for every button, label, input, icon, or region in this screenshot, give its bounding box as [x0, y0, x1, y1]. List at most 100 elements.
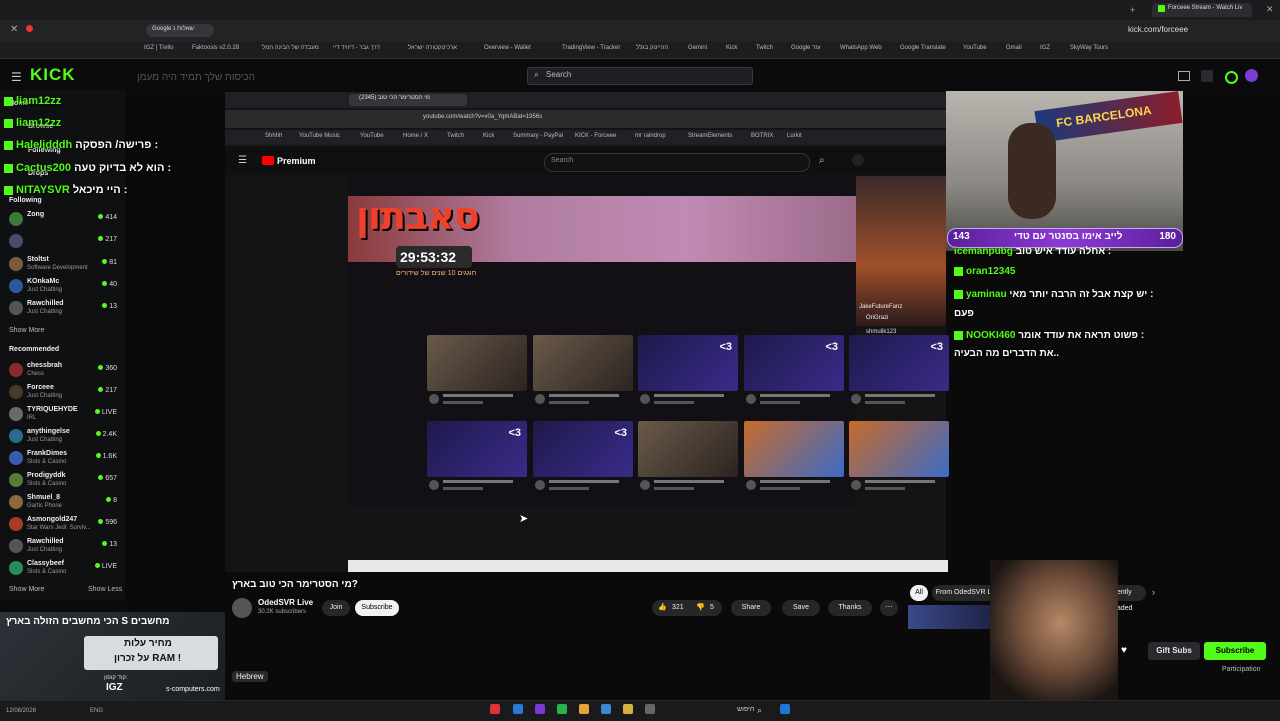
dislike-icon: 👎: [696, 604, 705, 611]
sidebar-item-recommended[interactable]: Prodigyddk Slots & Casino 657: [9, 472, 121, 492]
channel-name: Prodigyddk: [27, 472, 66, 479]
cursor-icon: ➤: [519, 513, 529, 525]
layout-icon[interactable]: [1201, 70, 1213, 82]
channel-name: KOnkaMc: [27, 278, 60, 285]
bookmark[interactable]: Overview - Wallet: [484, 45, 531, 51]
sidebar-item-following[interactable]: 217: [9, 233, 121, 253]
bookmark[interactable]: SkyWay Tours: [1070, 45, 1108, 51]
app-icon[interactable]: [557, 704, 567, 714]
bookmark[interactable]: IGZ: [1040, 45, 1050, 51]
browser-tab-active[interactable]: Forceee Stream - Watch Liv: [1152, 3, 1252, 17]
overlay-chat-line: פעם: [954, 308, 974, 319]
bookmark[interactable]: Gmail: [1006, 45, 1022, 51]
sidebar-item-recommended[interactable]: Shmuel_8 Gartic Phone 8: [9, 494, 121, 514]
sidebar-item-following[interactable]: KOnkaMc Just Chatting 40: [9, 278, 121, 298]
menu-icon[interactable]: ☰: [11, 70, 22, 84]
channel-name: anythingelse: [27, 428, 70, 435]
show-less-link[interactable]: Show Less: [88, 586, 122, 593]
channel-name: Zong: [27, 211, 45, 218]
sidebar-item-following[interactable]: Zong 414: [9, 211, 121, 231]
bookmark[interactable]: TradingView - Tracker: [562, 45, 620, 51]
bookmark: mr raindrop: [635, 133, 666, 139]
sidebar-item-recommended[interactable]: TYRIQUEHYDE IRL LIVE: [9, 406, 121, 426]
app-icon[interactable]: [513, 704, 523, 714]
channel-category: Just Chatting: [27, 547, 63, 553]
avatar: [9, 212, 23, 226]
record-icon[interactable]: [26, 25, 33, 32]
windows-start-icon[interactable]: [780, 704, 790, 714]
ad-price-line1: מחיר עלות: [124, 638, 172, 649]
close-window-icon[interactable]: ✕: [1266, 4, 1274, 15]
status-icon[interactable]: [1225, 71, 1238, 84]
timer-subtitle: חוגגים 10 שנים של שידורים: [396, 270, 477, 277]
overlay-chat-line: liam12zz: [4, 117, 61, 129]
video-meta: [638, 392, 738, 408]
tab-title: Forceee Stream - Watch Liv: [1168, 5, 1243, 11]
gift-subs-button[interactable]: Gift Subs: [1148, 642, 1200, 660]
bookmark: Kick: [483, 133, 495, 139]
show-more-link[interactable]: Show More: [9, 327, 44, 334]
video-meta: [849, 392, 949, 408]
sidebar-item-following[interactable]: Stoltst Software Development 81: [9, 256, 121, 276]
video-thumbnail: <3: [638, 335, 738, 391]
bookmark[interactable]: ההייטק בגלל: [636, 45, 668, 51]
bookmark[interactable]: Kick: [726, 45, 737, 51]
viewer-count: 217: [98, 387, 117, 394]
avatar[interactable]: [1245, 69, 1258, 82]
bookmark[interactable]: Twitch: [756, 45, 773, 51]
heart-icon[interactable]: ♥: [1121, 645, 1127, 656]
app-icon[interactable]: [535, 704, 545, 714]
close-icon[interactable]: ✕: [10, 24, 18, 35]
bookmark[interactable]: Google Translate: [900, 45, 946, 51]
show-more-link[interactable]: Show More: [9, 586, 44, 593]
sidebar-item-recommended[interactable]: chessbrah Chess 360: [9, 362, 121, 382]
video-thumbnail: [427, 335, 527, 391]
taskbar-search[interactable]: חיפוש: [737, 706, 754, 713]
bookmark[interactable]: YouTube: [963, 45, 987, 51]
captured-tab: מי הסטרימר הכי טוב (2345): [349, 94, 467, 106]
sidebar-item-recommended[interactable]: anythingelse Just Chatting 2.4K: [9, 428, 121, 448]
channel-category: Chess: [27, 371, 45, 377]
overlay-chat-line: Cactus200 הוא לא בדיוק טעה :: [4, 162, 171, 174]
captured-bookmarks: Shhhh YouTube Music YouTube Home / X Twi…: [225, 130, 946, 145]
inner-tab-pill[interactable]: Google שאלות נ: [146, 24, 214, 37]
sidebar-item-following[interactable]: Rawchilled Just Chatting 13: [9, 300, 121, 320]
chrome-icon[interactable]: [579, 704, 589, 714]
search-icon: ⌕: [819, 155, 825, 166]
browser-tab-bar: Forceee Stream - Watch Liv + ✕: [0, 0, 1280, 20]
subscribe-button[interactable]: Subscribe: [1204, 642, 1266, 660]
bookmark[interactable]: Gemini: [688, 45, 707, 51]
kick-logo[interactable]: KICK: [30, 65, 76, 85]
guest-webcam: [990, 560, 1118, 700]
theater-mode-icon[interactable]: [1178, 71, 1190, 81]
url-text[interactable]: kick.com/forceee: [1128, 25, 1188, 34]
sidebar-item-recommended[interactable]: Classybeef Slots & Casino LIVE: [9, 560, 121, 580]
sidebar-item-recommended[interactable]: Rawchilled Just Chatting 13: [9, 538, 121, 558]
folder-icon[interactable]: [623, 704, 633, 714]
bookmark[interactable]: דרך גבר - דיוויד דיי: [333, 45, 380, 51]
avatar: [9, 279, 23, 293]
app-icon[interactable]: [490, 704, 500, 714]
video-meta: [533, 478, 633, 494]
chat-badge-icon: [4, 118, 13, 128]
sidebar-item-recommended[interactable]: FrankDimes Slots & Casino 1.6K: [9, 450, 121, 470]
sidebar-item-recommended[interactable]: Asmongold247 Star Wars Jedi: Surviv... 596: [9, 516, 121, 536]
viewer-count: 360: [98, 365, 117, 372]
new-tab-icon[interactable]: +: [1130, 5, 1135, 15]
bookmark[interactable]: ארכיטקטורה ישראל: [408, 45, 457, 51]
channel-name: chessbrah: [27, 362, 63, 369]
bookmark[interactable]: Faktoosis v2.0.28: [192, 45, 239, 51]
kick-search-input[interactable]: ⌕ Search: [527, 67, 753, 85]
goal-right-value: 180: [1159, 231, 1176, 242]
search-icon[interactable]: ⌕: [757, 705, 762, 716]
bookmark[interactable]: IGZ | Trello: [144, 45, 174, 51]
bookmark[interactable]: WhatsApp Web: [840, 45, 882, 51]
sidebar-item-recommended[interactable]: Forceee Just Chatting 217: [9, 384, 121, 404]
app-icon[interactable]: [601, 704, 611, 714]
bookmark[interactable]: Google עזר: [791, 45, 821, 51]
bookmark[interactable]: מעבדה של הבינה המל: [262, 45, 319, 51]
youtube-premium-label: Premium: [277, 156, 316, 166]
ad-price-line2: על זכרון RAM !: [114, 653, 182, 664]
app-icon[interactable]: [645, 704, 655, 714]
channel-category: Slots & Casino: [27, 459, 67, 465]
